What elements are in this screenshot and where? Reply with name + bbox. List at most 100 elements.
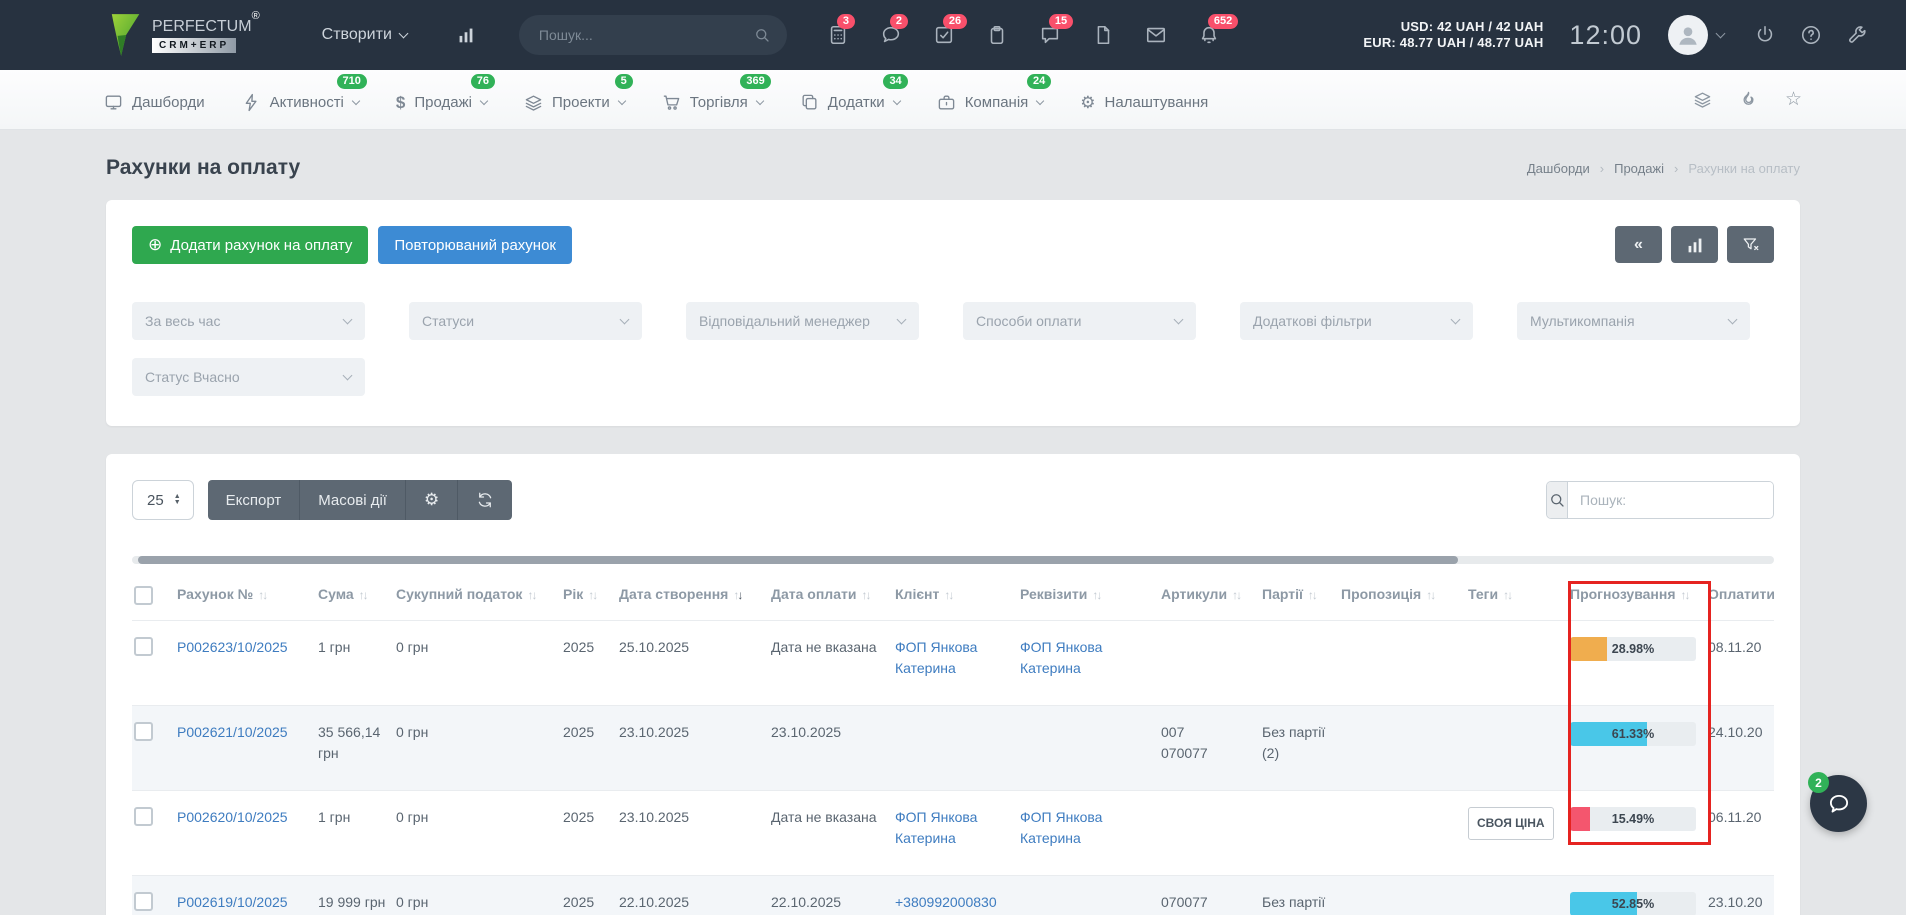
filter-dropdown-0[interactable]: За весь час [132,302,365,340]
row-checkbox[interactable] [134,807,153,826]
invoice-link[interactable]: P002619/10/2025 [177,894,288,910]
invoices-table-wrap: Рахунок №↑↓Сума↑↓Сукупний податок↑↓Рік↑↓… [132,574,1774,915]
chevron-down-icon [620,314,630,324]
column-header-12[interactable]: Прогнозування↑↓ [1568,574,1706,621]
check-square-button[interactable]: 26 [933,24,955,46]
bar-chart-button[interactable] [1671,226,1718,263]
settings-wrench-icon[interactable] [1846,24,1868,46]
scrollbar-thumb[interactable] [138,556,1458,564]
filter-dropdown-6[interactable]: Статус Вчасно [132,358,365,396]
client-link[interactable]: ФОП Янкова Катерина [895,809,977,846]
row-checkbox[interactable] [134,637,153,656]
row-checkbox[interactable] [134,892,153,911]
comments-button[interactable]: 15 [1039,24,1061,46]
requisites-link[interactable]: ФОП Янкова Катерина [1020,809,1102,846]
reports-chart-icon[interactable] [455,24,477,46]
requisites-link[interactable]: ФОП Янкова Катерина [1020,639,1102,676]
column-header-10[interactable]: Пропозиція↑↓ [1339,574,1466,621]
recurring-invoice-button[interactable]: Повторюваний рахунок [378,226,572,264]
column-header-11[interactable]: Теги↑↓ [1466,574,1568,621]
sort-arrows-icon[interactable]: ↑↓ [1092,588,1100,602]
sort-arrows-icon[interactable]: ↑↓ [1232,588,1240,602]
bell-button[interactable]: 652 [1198,24,1220,46]
envelope-button[interactable] [1145,24,1167,46]
flame-icon[interactable] [1739,90,1758,109]
column-header-9[interactable]: Партії↑↓ [1260,574,1339,621]
sort-arrows-icon[interactable]: ↑↓ [588,588,596,602]
invoice-link[interactable]: P002623/10/2025 [177,639,288,655]
column-header-5[interactable]: Дата оплати↑↓ [769,574,893,621]
client-link[interactable]: ФОП Янкова Катерина [895,639,977,676]
notification-badge: 26 [943,14,967,29]
column-header-8[interactable]: Артикули↑↓ [1159,574,1260,621]
funnel-x-button[interactable] [1727,226,1774,263]
avatar[interactable] [1668,15,1708,55]
breadcrumb-dashboards[interactable]: Дашборди [1527,161,1590,176]
column-header-0[interactable]: Рахунок №↑↓ [175,574,316,621]
column-header-3[interactable]: Рік↑↓ [561,574,617,621]
help-icon[interactable] [1800,24,1822,46]
clipboard-button[interactable] [986,24,1008,46]
refresh-icon[interactable] [458,480,512,520]
add-invoice-button[interactable]: ⊕ Додати рахунок на оплату [132,226,368,264]
sort-arrows-icon[interactable]: ↑↓ [258,588,266,602]
sort-arrows-icon[interactable]: ↑↓ [944,588,952,602]
double-left-button[interactable]: « [1615,226,1662,263]
chat-widget-button[interactable]: 2 [1810,775,1867,832]
search-icon[interactable] [753,26,771,44]
user-menu[interactable] [1668,15,1724,55]
page-size-select[interactable]: 25 ▲▼ [132,480,194,520]
column-header-2[interactable]: Сукупний податок↑↓ [394,574,561,621]
perfectum-leaf-icon [108,13,142,57]
row-checkbox[interactable] [134,722,153,741]
sort-arrows-icon[interactable]: ↑↓ [861,588,869,602]
logout-power-icon[interactable] [1754,24,1776,46]
invoice-link[interactable]: P002621/10/2025 [177,724,288,740]
sort-arrows-icon[interactable]: ↑↓ [527,588,535,602]
sort-arrows-icon[interactable]: ↑↓ [1503,588,1511,602]
column-header-13[interactable]: Оплатити [1706,574,1774,621]
column-header-4[interactable]: Дата створення↑↓ [617,574,769,621]
filter-dropdown-2[interactable]: Відповідальний менеджер [686,302,919,340]
select-all-checkbox[interactable] [134,586,153,605]
nav-item-5[interactable]: Додатки34 [800,87,900,112]
table-settings-gear-icon[interactable]: ⚙ [406,480,458,520]
nav-item-2[interactable]: $Продажі76 [396,87,487,113]
sort-arrows-icon[interactable]: ↑↓ [733,588,741,602]
column-header-7[interactable]: Реквізити↑↓ [1018,574,1159,621]
nav-item-0[interactable]: Дашборди [104,87,205,112]
filter-dropdown-4[interactable]: Додаткові фільтри [1240,302,1473,340]
sort-arrows-icon[interactable]: ↑↓ [1426,588,1434,602]
monitor-icon [104,93,123,112]
invoice-link[interactable]: P002620/10/2025 [177,809,288,825]
calculator-button[interactable]: 3 [827,24,849,46]
sort-arrows-icon[interactable]: ↑↓ [359,588,367,602]
layers-icon[interactable] [1693,90,1712,109]
star-icon[interactable]: ☆ [1785,88,1802,111]
sort-arrows-icon[interactable]: ↑↓ [1681,588,1689,602]
table-search-icon[interactable] [1547,482,1568,518]
speech-bubble-button[interactable]: 2 [880,24,902,46]
global-search-input[interactable] [539,27,753,43]
column-header-6[interactable]: Клієнт↑↓ [893,574,1018,621]
table-search-input[interactable] [1568,482,1773,518]
nav-item-7[interactable]: ⚙Налаштування [1080,87,1208,113]
filter-dropdown-3[interactable]: Способи оплати [963,302,1196,340]
column-header-1[interactable]: Сума↑↓ [316,574,394,621]
bulk-actions-button[interactable]: Масові дії [300,480,406,520]
forecast-value: 15.49% [1570,807,1696,831]
client-link[interactable]: +380992000830 [895,894,997,910]
nav-item-3[interactable]: Проекти5 [524,87,625,112]
filter-dropdown-5[interactable]: Мультикомпанія [1517,302,1750,340]
create-menu[interactable]: Створити [322,26,407,44]
sort-arrows-icon[interactable]: ↑↓ [1308,588,1316,602]
logo-subtitle: CRM+ERP [152,38,236,53]
filter-dropdown-1[interactable]: Статуси [409,302,642,340]
breadcrumb-sales[interactable]: Продажі [1614,161,1664,176]
nav-item-4[interactable]: Торгівля369 [662,87,763,112]
file-button[interactable] [1092,24,1114,46]
export-button[interactable]: Експорт [208,480,301,520]
nav-item-1[interactable]: Активності710 [242,87,359,112]
app-logo[interactable]: PERFECTUM® CRM+ERP [108,13,260,57]
nav-item-6[interactable]: Компанія24 [937,87,1044,112]
